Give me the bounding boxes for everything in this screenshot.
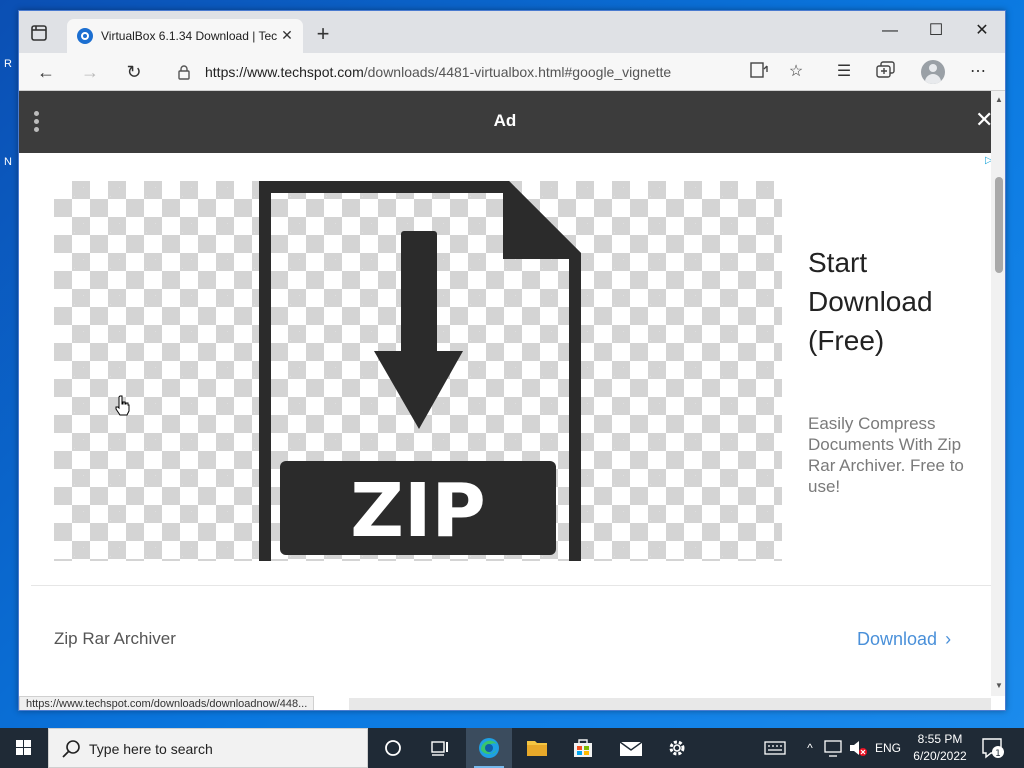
minimize-button[interactable]: —: [867, 17, 913, 45]
forward-button[interactable]: →: [77, 59, 103, 85]
favorites-icon[interactable]: ☰: [833, 61, 855, 83]
chevron-right-icon: ›: [945, 629, 952, 649]
back-button[interactable]: ←: [33, 59, 59, 85]
language-indicator[interactable]: ENG: [872, 728, 904, 768]
taskbar: Type here to search ^ ENG 8:55 PM 6/20/2…: [0, 728, 1024, 768]
ad-label: Ad: [493, 111, 517, 130]
taskbar-search-box[interactable]: Type here to search: [48, 728, 368, 768]
url-host: https://www.techspot.com: [205, 64, 364, 80]
tab-active[interactable]: VirtualBox 6.1.34 Download | Tec ✕: [67, 19, 303, 53]
maximize-button[interactable]: ☐: [913, 17, 959, 45]
volume-muted-icon[interactable]: [846, 728, 870, 768]
scrollbar-thumb[interactable]: [995, 177, 1003, 273]
clock[interactable]: 8:55 PM 6/20/2022: [910, 731, 970, 765]
tab-title: VirtualBox 6.1.34 Download | Tec: [101, 29, 277, 43]
task-view-icon[interactable]: [416, 728, 462, 768]
scroll-down-icon[interactable]: ▼: [994, 681, 1004, 691]
chevron-up-icon[interactable]: ^: [800, 728, 820, 768]
file-explorer-icon[interactable]: [514, 728, 560, 768]
profile-avatar[interactable]: [921, 60, 945, 84]
more-menu-icon[interactable]: ⋯: [967, 61, 989, 83]
ad-header-bar: Ad ✕: [19, 91, 993, 153]
immersive-reader-icon[interactable]: [749, 61, 771, 83]
advertiser-name[interactable]: Zip Rar Archiver: [54, 629, 176, 649]
ad-image[interactable]: ZIP: [54, 181, 782, 561]
search-placeholder: Type here to search: [89, 741, 213, 757]
notification-count: 1: [995, 749, 1001, 759]
hand-cursor-icon: [115, 395, 130, 416]
refresh-button[interactable]: ↻: [121, 59, 147, 85]
windows-start-icon[interactable]: [0, 728, 48, 768]
download-link-label: Download: [857, 629, 938, 649]
status-bar-url: https://www.techspot.com/downloads/downl…: [19, 696, 315, 710]
vertical-scrollbar[interactable]: ▲ ▼: [991, 91, 1005, 696]
desktop-icon-label[interactable]: R: [4, 58, 12, 70]
close-tab-icon[interactable]: ✕: [279, 27, 295, 43]
add-favorite-icon[interactable]: ☆: [785, 61, 807, 83]
new-tab-button[interactable]: +: [311, 23, 335, 47]
desktop-icon-label[interactable]: N: [4, 156, 12, 168]
tab-bar: VirtualBox 6.1.34 Download | Tec ✕ + — ☐…: [19, 11, 1005, 53]
ad-headline[interactable]: Start Download (Free): [808, 243, 988, 360]
settings-gear-icon[interactable]: [654, 728, 700, 768]
address-bar[interactable]: https://www.techspot.com/downloads/4481-…: [169, 58, 729, 86]
divider: [31, 585, 991, 586]
headline-line: (Free): [808, 325, 885, 356]
microsoft-store-icon[interactable]: [560, 728, 606, 768]
tab-actions-icon[interactable]: [29, 23, 49, 43]
browser-window: VirtualBox 6.1.34 Download | Tec ✕ + — ☐…: [18, 10, 1006, 711]
page-viewport: Ad ✕ ▷ ZIP Start Download (Free) Easily …: [19, 91, 1005, 710]
ad-description: Easily Compress Documents With Zip Rar A…: [808, 414, 964, 496]
close-window-button[interactable]: ✕: [959, 17, 1005, 45]
network-icon[interactable]: [822, 728, 844, 768]
ad-content[interactable]: ▷ ZIP Start Download (Free) Easily Compr…: [27, 153, 993, 693]
virtualbox-favicon-icon: [77, 28, 93, 44]
zip-label: ZIP: [350, 468, 485, 554]
download-link[interactable]: Download ›: [857, 629, 951, 650]
notifications-icon[interactable]: 1: [980, 736, 1006, 760]
collections-icon[interactable]: [875, 61, 897, 83]
clock-time: 8:55 PM: [917, 732, 963, 746]
keyboard-icon[interactable]: [760, 728, 790, 768]
headline-line: Start: [808, 247, 868, 278]
zip-file-icon: ZIP: [259, 181, 581, 561]
lock-icon[interactable]: [177, 64, 191, 80]
cortana-icon[interactable]: [370, 728, 416, 768]
clock-date: 6/20/2022: [913, 749, 967, 763]
horizontal-scrollbar[interactable]: [349, 698, 991, 710]
search-icon: [62, 740, 80, 758]
mail-icon[interactable]: [608, 728, 654, 768]
navigation-bar: ← → ↻ https://www.techspot.com/downloads…: [19, 53, 1005, 91]
scroll-up-icon[interactable]: ▲: [994, 95, 1004, 105]
url-path: /downloads/4481-virtualbox.html#google_v…: [363, 64, 672, 80]
edge-browser-icon[interactable]: [466, 728, 512, 768]
url-text[interactable]: https://www.techspot.com/downloads/4481-…: [205, 64, 671, 80]
headline-line: Download: [808, 286, 933, 317]
